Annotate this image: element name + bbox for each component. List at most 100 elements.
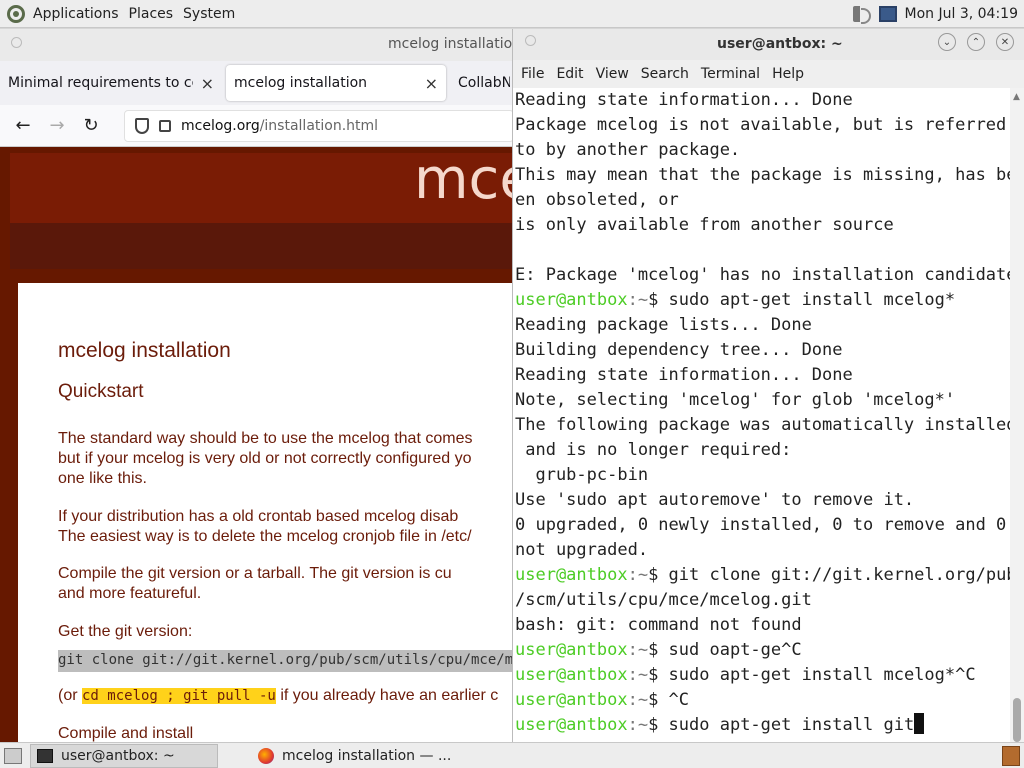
firefox-icon [258,747,274,764]
site-header: mce [10,153,514,223]
taskbar-item-terminal[interactable]: user@antbox: ~ [30,743,218,768]
url-path: /installation.html [259,117,379,134]
command-text: $ sudo apt-get install git [648,715,915,735]
close-button[interactable]: ✕ [996,33,1014,51]
reload-button[interactable]: ↻ [74,109,108,143]
terminal-titlebar[interactable]: user@antbox: ~ ⌄ ⌃ ✕ [513,29,1024,60]
paragraph-line: and more featureful. [58,585,202,602]
scroll-up-icon[interactable]: ▲ [1013,92,1020,102]
prompt-user: user@antbox [515,690,628,710]
paragraph-line: one like this. [58,470,147,487]
terminal-line: Note, selecting 'mcelog' for glob 'mcelo… [515,390,956,410]
menu-places[interactable]: Places [124,6,179,22]
maximize-button[interactable]: ⌃ [967,33,985,51]
terminal-line: bash: git: command not found [515,615,802,635]
show-desktop-icon[interactable] [4,747,22,764]
paragraph-text: if you already have an earlier c [275,687,499,704]
menu-search[interactable]: Search [635,66,695,82]
command-text: $ sudo apt-get install mcelog* [648,290,956,310]
forward-button[interactable]: → [40,109,74,143]
prompt-user: user@antbox [515,565,628,585]
terminal-line: Reading package lists... Done [515,315,812,335]
prompt-user: user@antbox [515,640,628,660]
distro-logo-icon[interactable] [7,4,25,23]
taskbar-item-firefox[interactable]: mcelog installation — ... [252,744,457,768]
window-menu-icon[interactable] [11,37,22,48]
terminal-scrollbar[interactable]: ▲ [1010,88,1024,742]
main-menu: Applications Places System [0,0,244,28]
command-text: $ ^C [648,690,690,710]
navigation-toolbar: ← → ↻ mcelog.org/installation.html [0,105,514,147]
workspace-switcher-icon[interactable] [1002,745,1020,766]
paragraph-line: Get the git version: [58,623,193,640]
terminal-line: 0 upgraded, 0 newly installed, 0 to remo… [515,515,1007,535]
paragraph-line: If your distribution has a old crontab b… [58,508,459,525]
close-tab-icon[interactable]: × [425,74,438,93]
taskbar-item-label: mcelog installation — ... [282,747,452,764]
git-clone-code-block[interactable]: git clone git://git.kernel.org/pub/scm/u… [58,650,514,672]
menu-terminal[interactable]: Terminal [695,66,766,82]
tab-strip: Minimal requirements to con × mcelog ins… [0,61,514,105]
text-cursor [914,713,925,734]
minimize-button[interactable]: ⌄ [938,33,956,51]
tab-label: CollabN [458,75,510,91]
prompt-path: :~ [627,665,649,685]
command-text: $ sudo apt-get install mcelog*^C [648,665,976,685]
terminal-icon [37,748,53,763]
terminal-line: E: Package 'mcelog' has no installation … [515,265,1010,285]
taskbar-item-label: user@antbox: ~ [61,747,175,764]
site-title: mce [414,153,514,212]
command-text: $ sud oapt-ge^C [648,640,802,660]
window-menu-icon[interactable] [525,35,536,46]
page-heading: mcelog installation [58,339,231,362]
terminal-output[interactable]: Reading state information... Done Package… [513,88,1010,742]
tab-collabnet[interactable]: CollabN [450,65,510,101]
terminal-line: user@antbox:~$ ^C [515,688,1010,713]
paragraph-line: Compile the git version or a tarball. Th… [58,565,452,582]
firefox-titlebar[interactable]: mcelog installation [0,29,514,61]
prompt-path: :~ [627,640,649,660]
terminal-line: user@antbox:~$ git clone git://git.kerne… [515,563,1010,588]
lock-icon[interactable] [159,119,171,132]
prompt-path: :~ [627,715,649,735]
terminal-line: and is no longer required: [515,440,792,460]
menu-edit[interactable]: Edit [550,66,589,82]
terminal-line: user@antbox:~$ sudo apt-get install git [515,713,1010,738]
terminal-line: This may mean that the package is missin… [515,165,1010,185]
scrollbar-thumb[interactable] [1013,698,1021,742]
menu-system[interactable]: System [178,6,240,22]
page-content: mcelog installation Quickstart The stand… [18,283,514,742]
site-nav-band [10,223,514,269]
prompt-path: :~ [627,290,649,310]
menu-applications[interactable]: Applications [28,6,124,22]
paragraph-line: The easiest way is to delete the mcelog … [58,528,472,545]
tab-mcelog-installation[interactable]: mcelog installation × [226,65,446,101]
terminal-menubar: File Edit View Search Terminal Help [513,60,1024,88]
terminal-line: to by another package. [515,140,741,160]
firefox-window: mcelog installation Minimal requirements… [0,29,514,742]
close-tab-icon[interactable]: × [201,74,214,93]
prompt-path: :~ [627,565,649,585]
menu-help[interactable]: Help [766,66,810,82]
inline-code[interactable]: cd mcelog ; git pull -u [82,688,276,704]
volume-icon[interactable] [852,5,871,24]
terminal-line: user@antbox:~$ sudo apt-get install mcel… [515,663,1010,688]
url-bar[interactable]: mcelog.org/installation.html [124,109,514,142]
terminal-line: Package mcelog is not available, but is … [515,115,1007,135]
network-icon[interactable] [878,5,897,22]
paren-text: (or [58,687,82,704]
terminal-line: user@antbox:~$ sudo apt-get install mcel… [515,288,1010,313]
tab-minimal-requirements[interactable]: Minimal requirements to con × [0,65,222,101]
back-button[interactable]: ← [6,109,40,143]
web-page: mce mcelog installation Quickstart The s… [0,147,514,742]
clock[interactable]: Mon Jul 3, 04:19 [905,6,1018,22]
terminal-window: user@antbox: ~ ⌄ ⌃ ✕ File Edit View Sear… [512,29,1024,742]
terminal-line: /scm/utils/cpu/mce/mcelog.git [515,590,812,610]
section-heading-quickstart: Quickstart [58,381,144,402]
terminal-line: not upgraded. [515,540,649,560]
system-tray: Mon Jul 3, 04:19 [852,5,1024,24]
tracking-protection-icon[interactable] [135,117,149,134]
menu-view[interactable]: View [590,66,635,82]
menu-file[interactable]: File [515,66,550,82]
